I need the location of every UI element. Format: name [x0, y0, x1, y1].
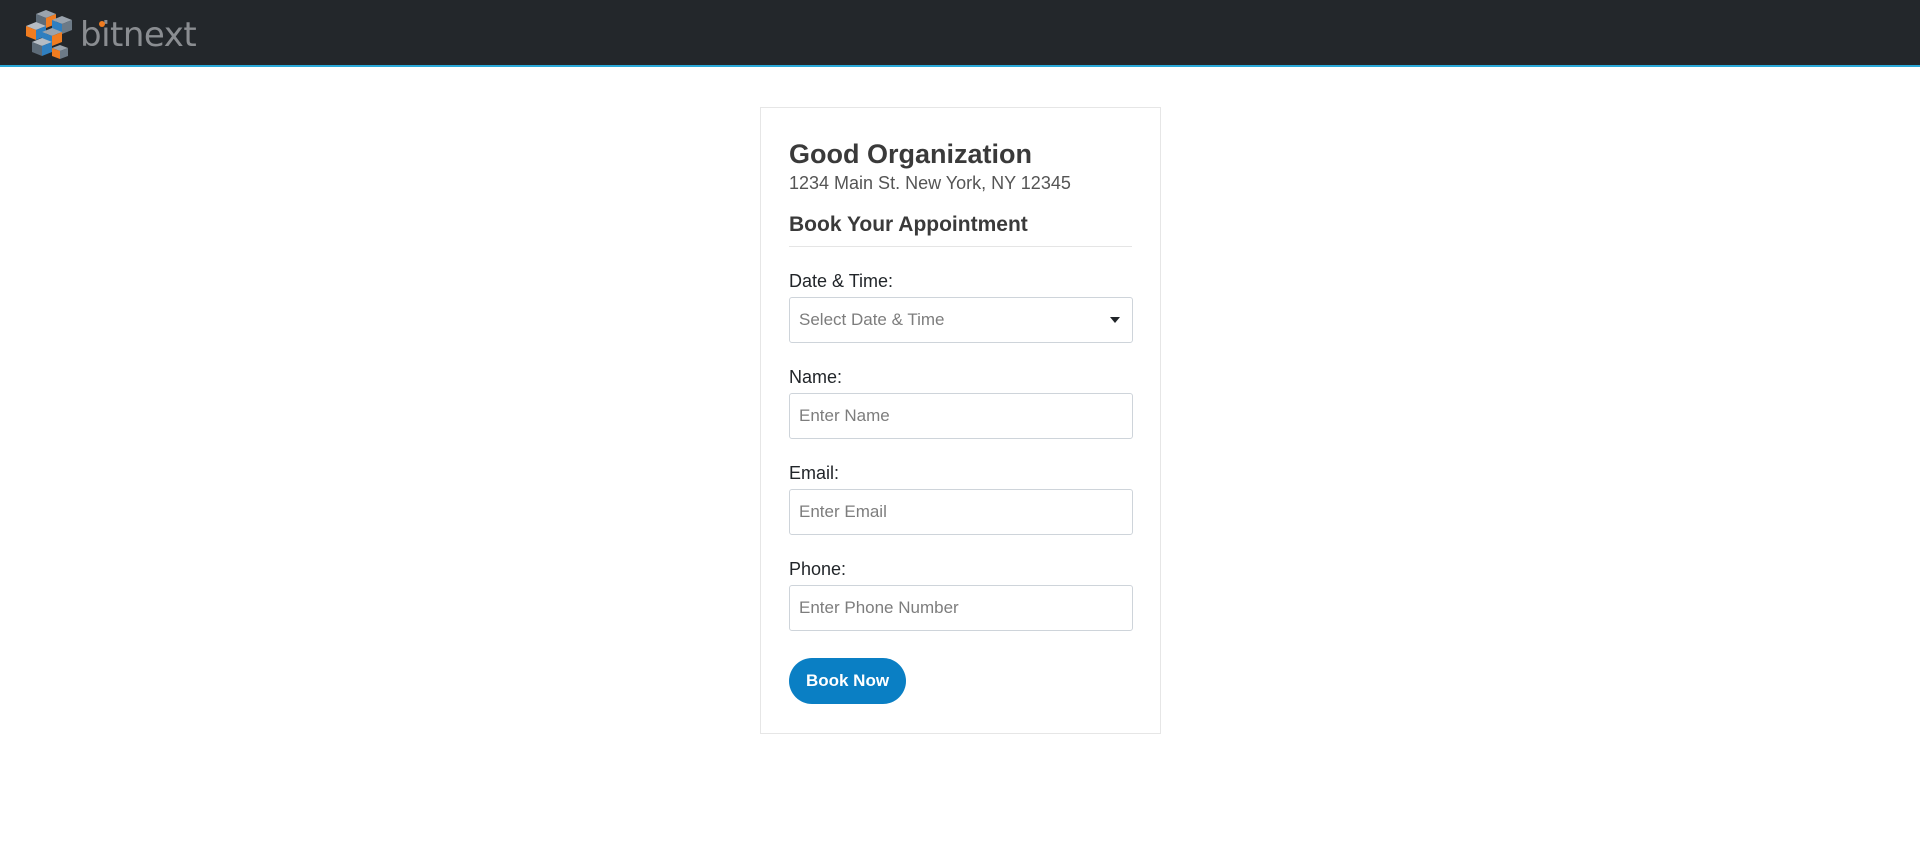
- datetime-label: Date & Time:: [789, 271, 894, 291]
- brand-wordmark: bitnext: [80, 15, 197, 55]
- organization-name: Good Organization: [789, 139, 1032, 169]
- bitnext-cube-logo-icon: [26, 10, 72, 59]
- phone-input[interactable]: [789, 585, 1133, 631]
- brand-logo[interactable]: bitnext: [22, 10, 197, 60]
- email-input[interactable]: [789, 489, 1133, 535]
- section-divider: [789, 246, 1132, 247]
- booking-card: Good Organization 1234 Main St. New York…: [760, 107, 1161, 734]
- top-navbar: bitnext: [0, 0, 1920, 67]
- name-label: Name:: [789, 367, 843, 387]
- section-title: Book Your Appointment: [789, 213, 1028, 236]
- datetime-select-placeholder: Select Date & Time: [799, 310, 945, 329]
- book-now-button[interactable]: Book Now: [789, 658, 906, 704]
- datetime-select[interactable]: Select Date & Time: [789, 297, 1133, 343]
- phone-label: Phone:: [789, 559, 847, 579]
- name-input[interactable]: [789, 393, 1133, 439]
- caret-down-icon: [1110, 317, 1120, 323]
- email-label: Email:: [789, 463, 840, 483]
- organization-address: 1234 Main St. New York, NY 12345: [789, 173, 1071, 193]
- brand-dot-icon: [99, 21, 105, 27]
